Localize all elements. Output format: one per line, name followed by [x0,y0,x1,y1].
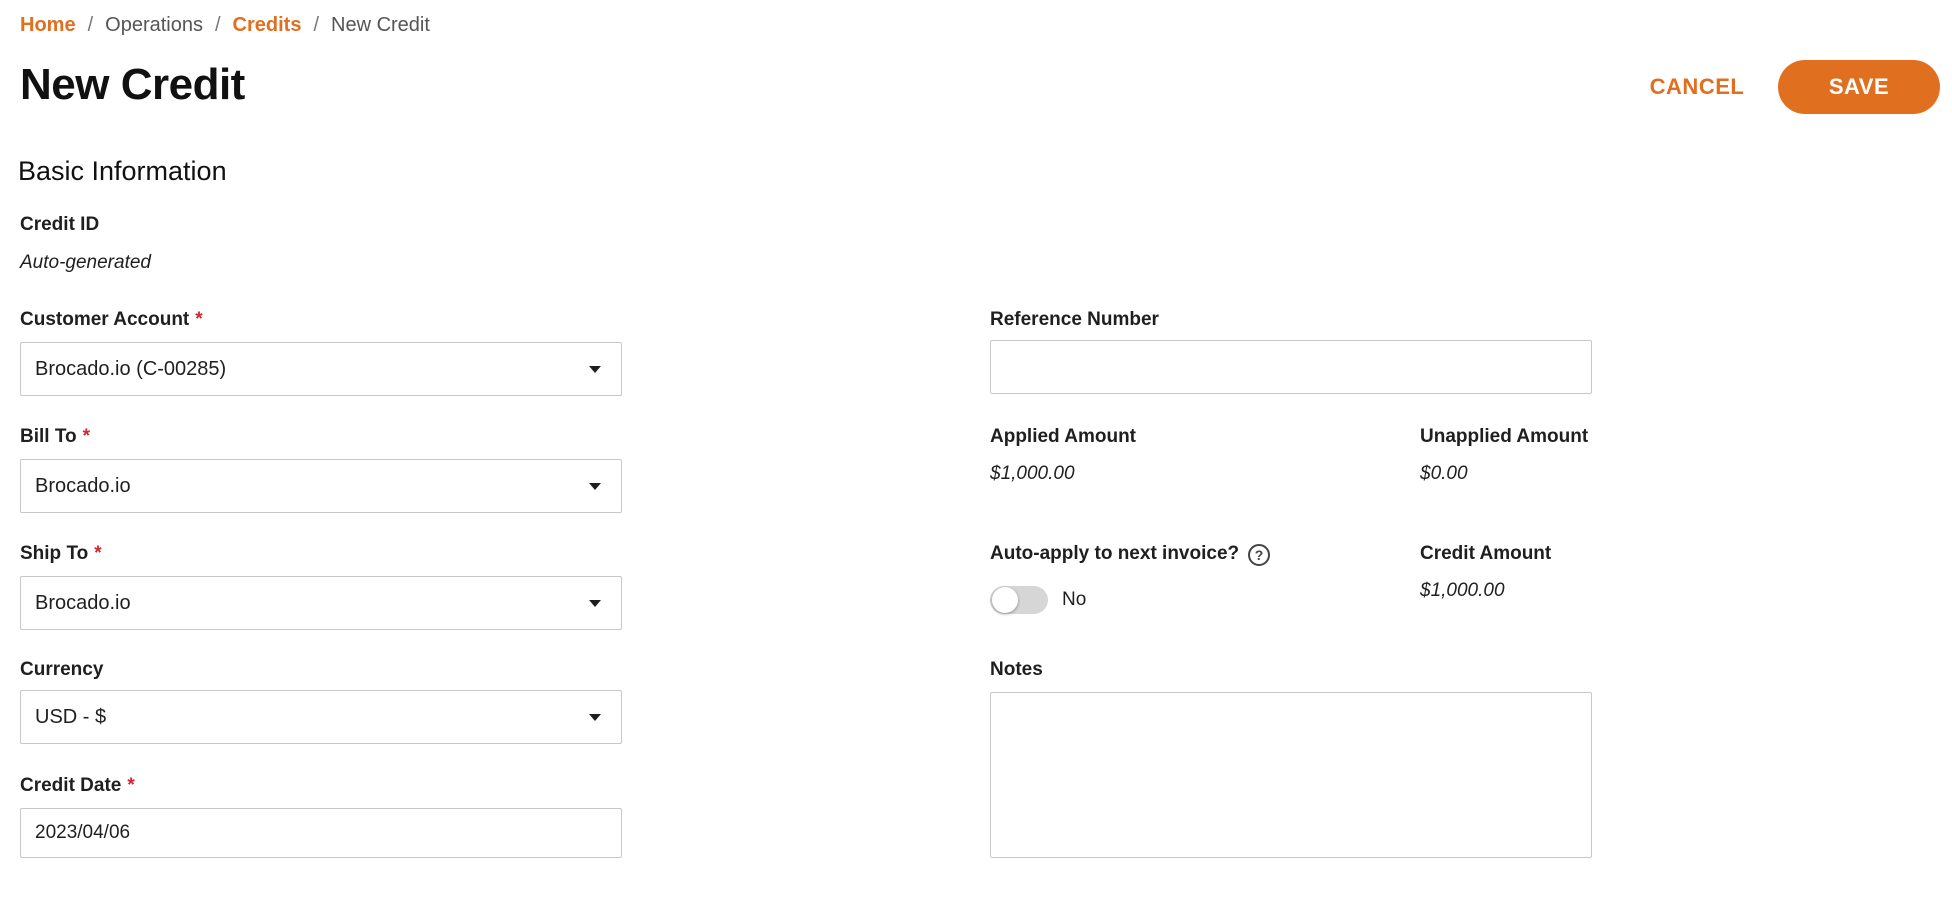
section-title-basic-information: Basic Information [18,156,227,186]
currency-label: Currency [20,659,104,680]
customer-account-select[interactable]: Brocado.io (C-00285) [20,342,622,396]
breadcrumb-separator: / [87,14,94,36]
chevron-down-icon [589,366,601,373]
reference-number-input[interactable] [990,340,1592,394]
applied-amount-value: $1,000.00 [990,463,1075,484]
bill-to-select[interactable]: Brocado.io [20,459,622,513]
chevron-down-icon [589,600,601,607]
required-indicator: * [195,309,203,330]
required-indicator: * [82,426,91,447]
credit-date-label: Credit Date * [20,775,135,797]
ship-to-select[interactable]: Brocado.io [20,576,622,630]
ship-to-label: Ship To * [20,543,102,565]
bill-to-label-text: Bill To [20,426,77,447]
notes-textarea[interactable] [990,692,1592,858]
credit-id-value: Auto-generated [20,252,151,273]
customer-account-label: Customer Account * [20,309,203,331]
auto-apply-toggle-label: No [1062,589,1087,610]
auto-apply-toggle[interactable] [990,586,1048,614]
unapplied-amount-value: $0.00 [1420,463,1468,484]
credit-amount-label: Credit Amount [1420,543,1552,564]
cancel-button[interactable]: CANCEL [1630,60,1764,114]
customer-account-label-text: Customer Account [20,309,190,330]
breadcrumb-separator: / [214,14,221,36]
notes-label: Notes [990,659,1043,680]
applied-amount-label: Applied Amount [990,426,1136,447]
required-indicator: * [127,775,135,796]
customer-account-value: Brocado.io (C-00285) [35,357,227,380]
ship-to-value: Brocado.io [35,591,131,614]
currency-value: USD - $ [35,705,107,728]
reference-number-label: Reference Number [990,309,1159,330]
auto-apply-label: Auto-apply to next invoice? [990,543,1240,564]
credit-id-label: Credit ID [20,214,100,235]
breadcrumb: Home / Operations / Credits / New Credit [20,14,430,37]
breadcrumb-credits-link[interactable]: Credits [233,14,302,37]
credit-date-label-text: Credit Date [20,775,122,796]
ship-to-label-text: Ship To [20,543,89,564]
breadcrumb-separator: / [313,14,320,36]
bill-to-value: Brocado.io [35,474,131,497]
breadcrumb-home-link[interactable]: Home [20,14,76,37]
currency-select[interactable]: USD - $ [20,690,622,744]
breadcrumb-operations: Operations [105,14,203,36]
bill-to-label: Bill To * [20,426,90,448]
chevron-down-icon [589,483,601,490]
required-indicator: * [94,543,102,564]
save-button[interactable]: SAVE [1778,60,1940,114]
chevron-down-icon [589,714,601,721]
breadcrumb-current: New Credit [331,14,430,36]
question-circle-icon[interactable]: ? [1248,544,1270,566]
page-title: New Credit [20,60,245,109]
toggle-knob [992,587,1018,613]
credit-date-input[interactable] [20,808,622,858]
unapplied-amount-label: Unapplied Amount [1420,426,1589,447]
credit-amount-value: $1,000.00 [1420,580,1505,601]
